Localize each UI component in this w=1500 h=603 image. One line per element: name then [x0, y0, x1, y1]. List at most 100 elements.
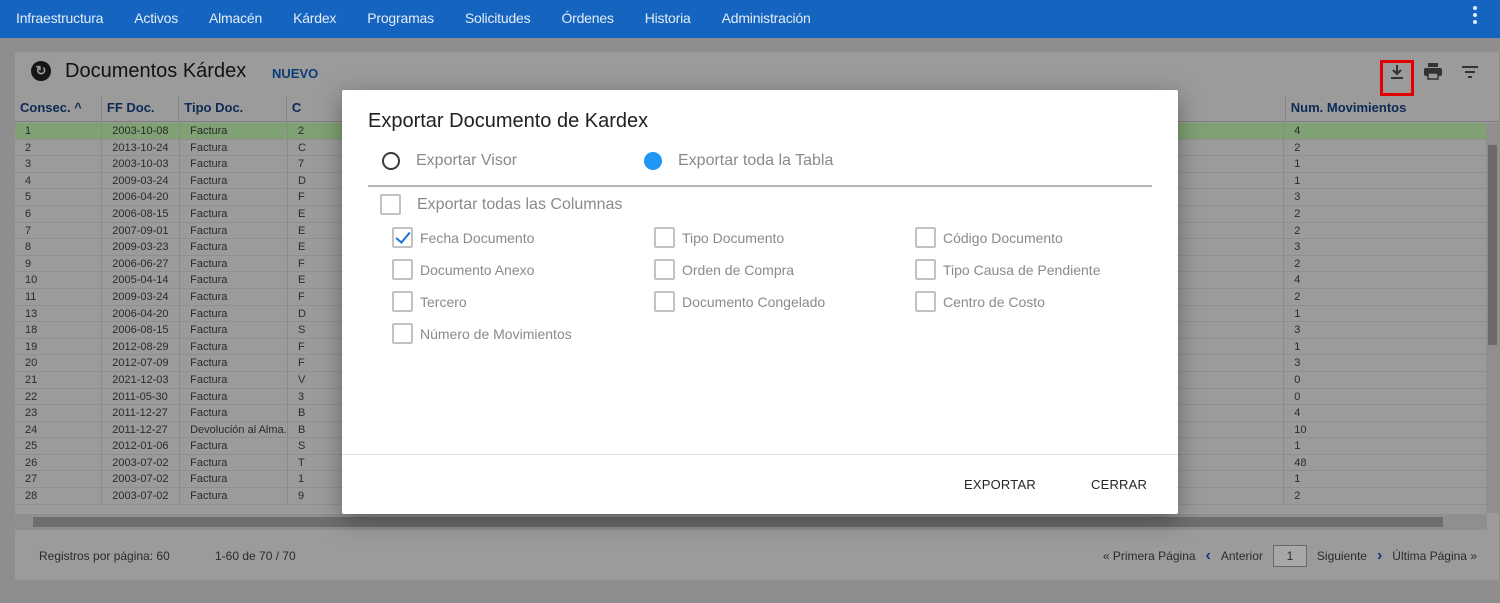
cell-num: 3: [1294, 357, 1301, 370]
column-checkbox-label: Tipo Documento: [682, 229, 785, 246]
column-checkbox-tipo-causa-de-pendiente[interactable]: Tipo Causa de Pendiente: [915, 259, 1100, 280]
checkbox-unchecked-icon: [654, 227, 675, 248]
cell-num: 1: [1294, 440, 1301, 453]
cell-consec: 25: [15, 438, 103, 454]
cell-consec: 28: [15, 488, 103, 504]
column-checkbox-label: Número de Movimientos: [420, 325, 572, 342]
page-title: Documentos Kárdex: [65, 60, 247, 82]
cell-consec: 20: [15, 355, 103, 371]
chevron-left-icon[interactable]: ‹: [1206, 547, 1211, 565]
nav-item-ordenes[interactable]: Órdenes: [561, 10, 613, 26]
cell-tipo: Factura: [180, 172, 288, 189]
column-checkbox-label: Documento Anexo: [420, 261, 535, 278]
cell-num: 10: [1294, 423, 1307, 436]
cell-num: 2: [1294, 207, 1301, 220]
column-header-tipo[interactable]: Tipo Doc.: [179, 96, 287, 122]
nav-item-almacen[interactable]: Almacén: [209, 10, 262, 26]
column-checkbox-label: Documento Congelado: [682, 293, 826, 310]
cell-num: 4: [1294, 274, 1301, 287]
cell-fecha: 2003-07-02: [102, 471, 181, 488]
cell-num: 3: [1294, 241, 1301, 254]
column-checkbox-label: Centro de Costo: [943, 293, 1045, 310]
cell-fecha: 2011-12-27: [102, 421, 181, 438]
cell-num: 0: [1294, 390, 1301, 403]
nav-item-kardex[interactable]: Kárdex: [293, 10, 336, 26]
export-viewer-radio[interactable]: Exportar Visor: [382, 152, 517, 170]
cell-num: 1: [1294, 307, 1301, 320]
cell-fecha: 2021-12-03: [102, 371, 181, 388]
checkbox-unchecked-icon: [915, 227, 936, 248]
cell-fecha: 2003-07-02: [102, 454, 181, 471]
cell-fecha: 2006-08-15: [102, 205, 181, 222]
cell-consec: 18: [15, 322, 103, 338]
cell-tipo: Factura: [180, 454, 288, 471]
export-button[interactable]: EXPORTAR: [964, 477, 1036, 492]
checkbox-unchecked-icon: [392, 291, 413, 312]
page-number-input[interactable]: 1: [1272, 545, 1307, 567]
nav-item-administracion[interactable]: Administración: [722, 10, 811, 26]
column-header-consec[interactable]: Consec. ^: [15, 96, 102, 122]
close-button[interactable]: CERRAR: [1091, 477, 1147, 492]
first-page-link[interactable]: « Primera Página: [1103, 549, 1196, 563]
cell-num: 4: [1294, 407, 1301, 420]
rows-per-page[interactable]: Registros por página: 60: [39, 549, 170, 563]
column-checkbox-documento-anexo[interactable]: Documento Anexo: [392, 259, 534, 280]
cell-tipo: Factura: [180, 222, 288, 239]
checkbox-unchecked-icon: [654, 259, 675, 280]
cell-tipo: Factura: [180, 322, 288, 338]
divider: [368, 185, 1152, 187]
horizontal-scrollbar[interactable]: [15, 514, 1487, 530]
more-vert-icon[interactable]: [1472, 6, 1478, 26]
nav-item-infraestructura[interactable]: Infraestructura: [16, 10, 103, 26]
checkbox-checked-icon: [392, 227, 413, 248]
nav-item-programas[interactable]: Programas: [367, 10, 434, 26]
cell-tipo: Factura: [180, 239, 288, 255]
nav-item-solicitudes[interactable]: Solicitudes: [465, 10, 531, 26]
new-button[interactable]: NUEVO: [272, 66, 318, 81]
cell-fecha: 2012-01-06: [102, 438, 181, 454]
column-checkbox-fecha-documento[interactable]: Fecha Documento: [392, 227, 534, 248]
column-checkbox-codigo-documento[interactable]: Código Documento: [915, 227, 1063, 248]
column-checkbox-numero-de-movimientos[interactable]: Número de Movimientos: [392, 323, 572, 344]
cell-tipo: Factura: [180, 438, 288, 454]
cell-num: 1: [1294, 158, 1301, 171]
download-icon[interactable]: [1380, 60, 1414, 96]
radio-unchecked-icon: [382, 152, 400, 170]
vertical-scrollbar[interactable]: [1486, 123, 1499, 513]
table-footer: Registros por página: 60 1-60 de 70 / 70…: [15, 537, 1499, 573]
export-all-columns-checkbox[interactable]: Exportar todas las Columnas: [380, 194, 622, 215]
filter-icon[interactable]: [1457, 62, 1483, 88]
column-checkbox-orden-de-compra[interactable]: Orden de Compra: [654, 259, 794, 280]
cell-fecha: 2009-03-24: [102, 288, 181, 305]
column-checkbox-tercero[interactable]: Tercero: [392, 291, 467, 312]
nav-item-activos[interactable]: Activos: [134, 10, 178, 26]
cell-consec: 3: [15, 156, 103, 172]
cell-num: 1: [1294, 340, 1301, 353]
cell-fecha: 2006-04-20: [102, 189, 181, 205]
last-page-link[interactable]: Última Página »: [1392, 549, 1477, 563]
checkbox-unchecked-icon: [915, 259, 936, 280]
chevron-right-icon[interactable]: ›: [1377, 547, 1382, 565]
previous-page-link[interactable]: Anterior: [1221, 549, 1263, 563]
cell-fecha: 2003-07-02: [102, 488, 181, 504]
export-table-radio[interactable]: Exportar toda la Tabla: [644, 152, 833, 170]
cell-num: 2: [1294, 290, 1301, 303]
cell-consec: 26: [15, 454, 103, 471]
cell-num: 2: [1294, 257, 1301, 270]
column-header-num-movimientos[interactable]: Num. Movimientos: [1286, 96, 1499, 122]
cell-fecha: 2013-10-24: [102, 139, 181, 156]
column-checkbox-label: Código Documento: [943, 229, 1063, 246]
column-checkbox-label: Fecha Documento: [420, 229, 535, 246]
nav-item-historia[interactable]: Historia: [645, 10, 691, 26]
column-checkbox-centro-de-costo[interactable]: Centro de Costo: [915, 291, 1045, 312]
cell-consec: 7: [15, 222, 103, 239]
cell-consec: 5: [15, 189, 103, 205]
column-checkbox-documento-congelado[interactable]: Documento Congelado: [654, 291, 825, 312]
column-header-fecha[interactable]: FF Doc.: [102, 96, 180, 122]
next-page-link[interactable]: Siguiente: [1317, 549, 1367, 563]
column-checkbox-label: Tipo Causa de Pendiente: [943, 261, 1101, 278]
cell-fecha: 2003-10-03: [102, 156, 181, 172]
print-icon[interactable]: [1420, 62, 1446, 88]
column-checkbox-tipo-documento[interactable]: Tipo Documento: [654, 227, 784, 248]
cell-tipo: Factura: [180, 471, 288, 488]
